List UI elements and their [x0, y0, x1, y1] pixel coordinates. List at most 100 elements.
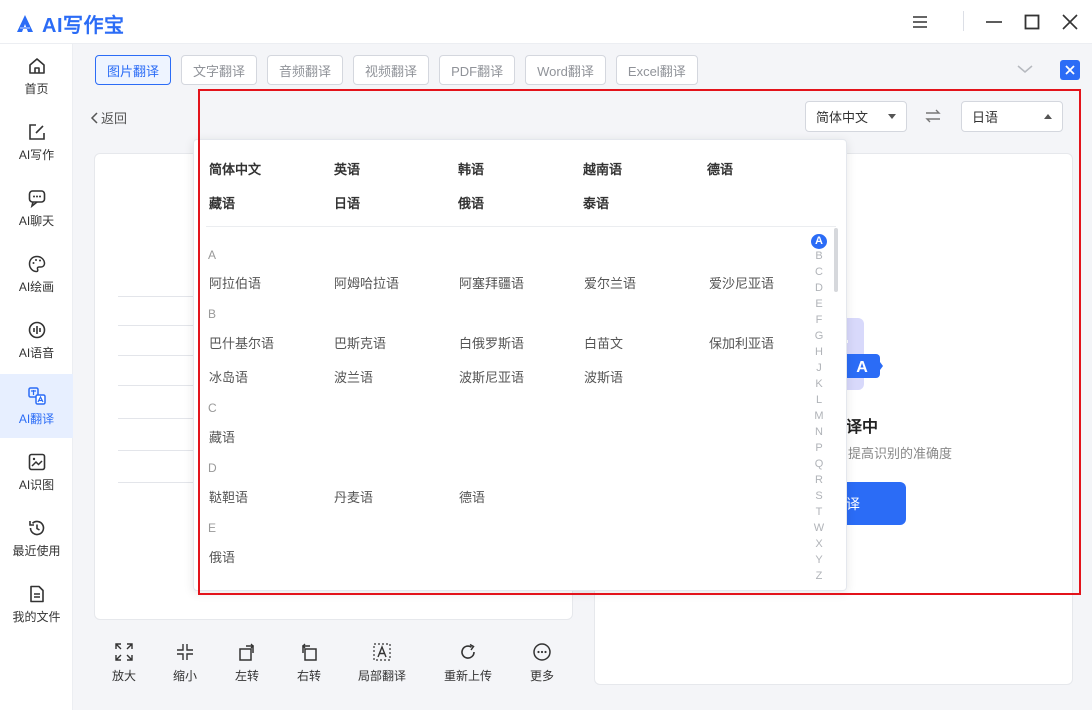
tabs-expand-button[interactable]: [1017, 62, 1033, 77]
maximize-button[interactable]: [1020, 10, 1044, 34]
rotate-right-button[interactable]: 右转: [297, 642, 321, 684]
swap-languages-button[interactable]: [925, 108, 941, 127]
alpha-index-letter[interactable]: R: [811, 474, 827, 486]
rotate-left-button[interactable]: 左转: [235, 642, 259, 684]
language-option[interactable]: 保加利亚语: [709, 333, 774, 352]
language-option[interactable]: 藏语: [209, 427, 235, 446]
language-option[interactable]: 波斯尼亚语: [459, 367, 524, 386]
more-button[interactable]: 更多: [530, 642, 554, 684]
sidebar-item-my-files[interactable]: 我的文件: [0, 572, 73, 636]
alpha-index-letter[interactable]: H: [811, 346, 827, 358]
sidebar-item-ai-translate[interactable]: AI翻译: [0, 374, 73, 438]
language-option[interactable]: 阿塞拜疆语: [459, 273, 524, 292]
source-language-select[interactable]: 简体中文: [805, 101, 907, 132]
zoom-out-button[interactable]: 缩小: [173, 642, 197, 684]
alpha-index-letter[interactable]: C: [811, 266, 827, 278]
alpha-index-letter[interactable]: M: [811, 410, 827, 422]
alpha-index-letter[interactable]: K: [811, 378, 827, 390]
target-language-select[interactable]: 日语: [961, 101, 1063, 132]
alpha-index-letter[interactable]: S: [811, 490, 827, 502]
zoom-in-button[interactable]: 放大: [112, 642, 136, 684]
minimize-button[interactable]: [982, 10, 1006, 34]
tab-pdf-translate[interactable]: PDF翻译: [439, 55, 516, 85]
hot-language-option[interactable]: 简体中文: [209, 159, 261, 178]
alpha-index-letter[interactable]: E: [811, 298, 827, 310]
language-option[interactable]: 白俄罗斯语: [459, 333, 524, 352]
tab-text-translate[interactable]: 文字翻译: [181, 55, 258, 85]
svg-text:A: A: [856, 359, 868, 376]
dropdown-divider: [206, 226, 836, 227]
reupload-button[interactable]: 重新上传: [444, 642, 492, 684]
alpha-index-letter[interactable]: L: [811, 394, 827, 406]
tab-excel-translate[interactable]: Excel翻译: [615, 55, 698, 85]
alpha-index-letter[interactable]: N: [811, 426, 827, 438]
sidebar-item-ai-image-recognition[interactable]: AI识图: [0, 440, 73, 504]
result-status-subtitle: 提高识别的准确度: [848, 446, 953, 461]
toolbar-label: 缩小: [173, 669, 198, 683]
sidebar-item-ai-writing[interactable]: AI写作: [0, 110, 73, 174]
hot-language-option[interactable]: 泰语: [583, 193, 609, 212]
sidebar-item-label: AI翻译: [18, 411, 55, 426]
language-option[interactable]: 波兰语: [334, 367, 373, 386]
alpha-index-letter[interactable]: P: [811, 442, 827, 454]
sidebar-item-ai-voice[interactable]: AI语音: [0, 308, 73, 372]
language-option[interactable]: 巴什基尔语: [209, 333, 274, 352]
refresh-icon: [461, 643, 475, 659]
language-option[interactable]: 阿拉伯语: [209, 273, 261, 292]
partial-translate-button[interactable]: 局部翻译: [358, 642, 406, 684]
hot-language-option[interactable]: 英语: [334, 159, 360, 178]
language-option[interactable]: 丹麦语: [334, 487, 373, 506]
language-option[interactable]: 白苗文: [584, 333, 623, 352]
language-option[interactable]: 波斯语: [584, 367, 623, 386]
alpha-index-letter[interactable]: X: [811, 538, 827, 550]
alpha-index-letter[interactable]: B: [811, 250, 827, 262]
language-option[interactable]: 冰岛语: [209, 367, 248, 386]
hot-language-option[interactable]: 德语: [707, 159, 733, 178]
alpha-index-letter[interactable]: Q: [811, 458, 827, 470]
sidebar-item-ai-chat[interactable]: AI聊天: [0, 176, 73, 240]
tab-word-translate[interactable]: Word翻译: [525, 55, 606, 85]
language-option[interactable]: 巴斯克语: [334, 333, 386, 352]
language-option[interactable]: 德语: [459, 487, 485, 506]
language-option[interactable]: 阿姆哈拉语: [334, 273, 399, 292]
tab-video-translate[interactable]: 视频翻译: [353, 55, 430, 85]
close-window-button[interactable]: [1058, 10, 1082, 34]
letter-heading: D: [208, 461, 217, 475]
language-option[interactable]: 俄语: [209, 547, 235, 566]
maximize-icon: [1024, 14, 1040, 30]
source-language-value: 简体中文: [816, 110, 869, 125]
alpha-index-letter[interactable]: T: [811, 506, 827, 518]
close-panel-button[interactable]: [1060, 60, 1080, 80]
caret-up-icon: [1044, 114, 1052, 119]
minimize-icon: [986, 21, 1002, 23]
alpha-index-letter[interactable]: A: [811, 234, 827, 249]
target-language-value: 日语: [972, 110, 999, 125]
back-button[interactable]: 返回: [90, 108, 127, 127]
alpha-index-letter[interactable]: G: [811, 330, 827, 342]
menu-icon: [913, 16, 927, 28]
hot-language-option[interactable]: 藏语: [209, 193, 235, 212]
language-option[interactable]: 鞑靼语: [209, 487, 248, 506]
alpha-index-letter[interactable]: D: [811, 282, 827, 294]
sidebar-item-ai-painting[interactable]: AI绘画: [0, 242, 73, 306]
language-option[interactable]: 爱沙尼亚语: [709, 273, 774, 292]
hot-language-option[interactable]: 越南语: [583, 159, 622, 178]
alpha-index-letter[interactable]: Y: [811, 554, 827, 566]
language-option[interactable]: 爱尔兰语: [584, 273, 636, 292]
alpha-index-letter[interactable]: F: [811, 314, 827, 326]
letter-heading: A: [208, 248, 217, 262]
hot-language-option[interactable]: 日语: [334, 193, 360, 212]
tab-audio-translate[interactable]: 音频翻译: [267, 55, 344, 85]
alpha-index-letter[interactable]: W: [811, 522, 827, 534]
alpha-index-letter[interactable]: Z: [811, 570, 827, 582]
sidebar-item-home[interactable]: 首页: [0, 44, 73, 108]
tab-image-translate[interactable]: 图片翻译: [95, 55, 172, 85]
menu-button[interactable]: [908, 10, 932, 34]
dropdown-scrollbar[interactable]: [834, 228, 838, 292]
hot-language-option[interactable]: 俄语: [458, 193, 484, 212]
alpha-index-letter[interactable]: J: [811, 362, 827, 374]
rotate-right-icon: [302, 643, 317, 661]
sidebar-item-recent[interactable]: 最近使用: [0, 506, 73, 570]
language-dropdown: 简体中文 英语 韩语 越南语 德语 藏语 日语 俄语 泰语 A 阿拉伯语 阿姆哈…: [193, 139, 847, 591]
hot-language-option[interactable]: 韩语: [458, 159, 484, 178]
